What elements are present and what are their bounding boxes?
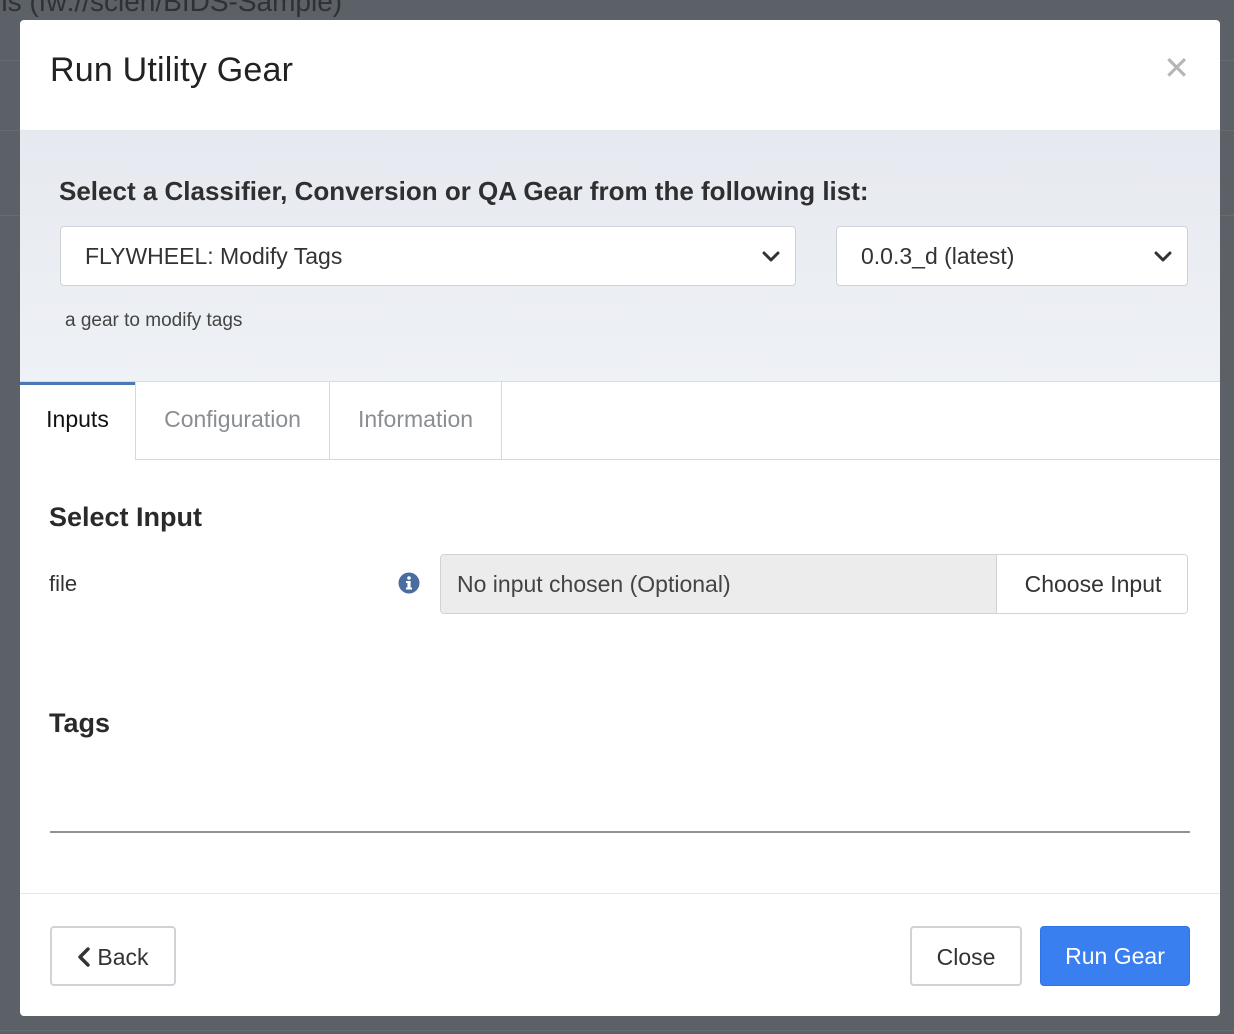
close-button[interactable]: Close	[910, 926, 1022, 986]
gear-select-value: FLYWHEEL: Modify Tags	[85, 243, 343, 269]
run-gear-button[interactable]: Run Gear	[1040, 926, 1190, 986]
background-title: ns (fw://scien/BIDS-Sample)	[0, 0, 343, 17]
tab-information[interactable]: Information	[330, 382, 501, 460]
input-field-label: file	[49, 571, 78, 596]
tab-inputs[interactable]: Inputs	[20, 382, 135, 461]
background-divider	[0, 1030, 1234, 1031]
gear-select[interactable]: FLYWHEEL: Modify Tags	[60, 226, 796, 286]
info-circle-icon[interactable]	[398, 572, 420, 594]
tab-bar: Inputs Configuration Information	[20, 382, 1220, 461]
tab-configuration[interactable]: Configuration	[136, 382, 329, 460]
version-select[interactable]: 0.0.3_d (latest)	[836, 226, 1188, 286]
modal-header: Run Utility Gear ✕	[20, 20, 1220, 131]
back-button-label: Back	[97, 944, 149, 970]
file-input-group: No input chosen (Optional) Choose Input	[440, 554, 1188, 614]
choose-input-button[interactable]: Choose Input	[998, 555, 1187, 613]
chevron-down-icon	[1154, 251, 1172, 262]
tags-input[interactable]	[50, 831, 1190, 833]
chevron-down-icon	[762, 251, 780, 262]
gear-selector-panel: Select a Classifier, Conversion or QA Ge…	[20, 131, 1220, 382]
tags-heading: Tags	[49, 708, 111, 738]
modal-title: Run Utility Gear	[50, 51, 294, 89]
select-input-heading: Select Input	[49, 502, 203, 532]
tab-divider	[501, 382, 502, 460]
version-select-value: 0.0.3_d (latest)	[861, 243, 1015, 269]
close-icon[interactable]: ✕	[1163, 52, 1190, 84]
chevron-left-icon	[78, 947, 91, 967]
footer-divider	[20, 893, 1220, 894]
gear-description: a gear to modify tags	[65, 310, 243, 331]
run-utility-gear-modal: Run Utility Gear ✕ Select a Classifier, …	[20, 20, 1220, 1016]
file-input-field[interactable]: No input chosen (Optional)	[441, 555, 997, 613]
gear-selector-heading: Select a Classifier, Conversion or QA Ge…	[59, 176, 869, 206]
back-button[interactable]: Back	[50, 926, 176, 986]
